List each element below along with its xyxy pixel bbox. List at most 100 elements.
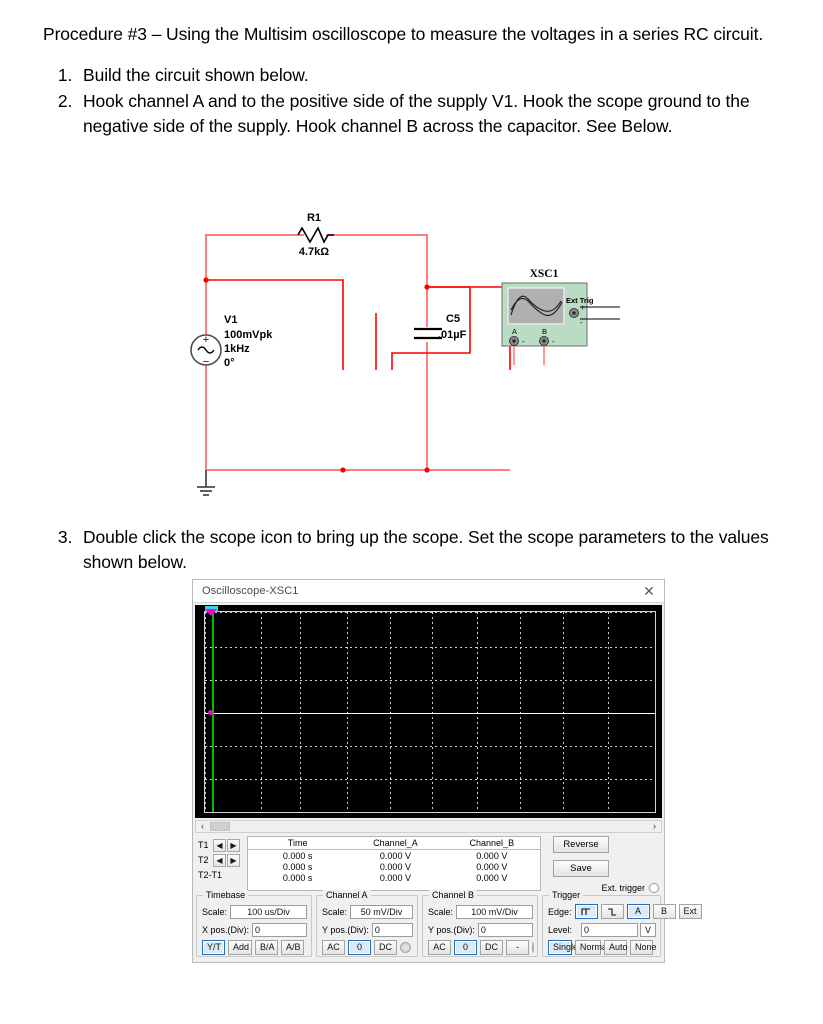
list-item: Build the circuit shown below. [77,63,773,88]
timebase-scale-input[interactable]: 100 us/Div [230,905,307,919]
timebase-xpos-row: X pos.(Div): 0 [202,922,307,938]
channel-a-dc-button[interactable]: DC [374,940,397,955]
scrollbar-thumb[interactable] [210,822,230,831]
source-label: V1 [224,314,237,326]
cursor-t1-right-button[interactable]: ▶ [227,838,240,852]
trigger-source-b-button[interactable]: B [652,904,676,919]
column-header-time: Time [248,837,348,850]
oscilloscope-window: Oscilloscope-XSC1 ✕ ‹ › T1 ◀ ▶ T2 ◀ ▶ T2… [192,579,702,963]
scope-terminal-b-minus: - [552,337,555,346]
channel-b-color-indicator[interactable] [532,942,534,953]
scope-display[interactable] [195,605,662,818]
channel-a-color-indicator[interactable] [400,942,411,953]
cursor-diff-label: T2-T1 [198,870,223,880]
column-header-channel-a: Channel_A [347,837,444,850]
trigger-title: Trigger [549,890,584,900]
channel-b-dc-button[interactable]: DC [480,940,503,955]
scope-terminal-a-minus: - [522,337,525,346]
list-item: Hook channel A and to the positive side … [77,89,773,139]
trigger-mode-auto-button[interactable]: Auto [604,940,628,955]
source-frequency: 1kHz [224,343,250,355]
scope-terminal-b-label: B [542,327,547,336]
table-row: 0.000 s 0.000 V 0.000 V [248,850,540,862]
channel-b-invert-button[interactable]: - [506,940,529,955]
cursor-marker-magenta-icon[interactable] [205,609,217,616]
timebase-mode-ba-button[interactable]: B/A [255,940,278,955]
table-row: 0.000 s 0.000 V 0.000 V [248,861,540,872]
cursor-t2-left-button[interactable]: ◀ [213,853,226,867]
junction-dot [424,467,430,473]
channel-a-ac-button[interactable]: AC [322,940,345,955]
channel-b-panel: Channel B Scale: 100 mV/Div Y pos.(Div):… [422,890,538,957]
trigger-panel: Trigger Edge: A B Ext Level: 0 V Single [542,890,702,957]
scroll-right-arrow-icon[interactable]: › [648,821,661,832]
falling-edge-icon[interactable] [600,904,624,919]
step3-text-block: Double click the scope icon to bring up … [43,525,773,575]
channel-b-scale-input[interactable]: 100 mV/Div [456,905,533,919]
cell-channel-b: 0.000 V [476,850,508,861]
scope-icon-ref: XSC1 [530,268,559,280]
scope-horizontal-scrollbar[interactable]: ‹ › [195,820,662,833]
ext-trigger-group: Ext. trigger [601,883,659,893]
cursor-t1-label: T1 [198,840,209,850]
cursor-t2-row: T2 ◀ ▶ [198,853,243,867]
save-button[interactable]: Save [553,860,609,877]
channel-b-ac-button[interactable]: AC [428,940,451,955]
channel-a-scale-label: Scale: [322,907,348,917]
trigger-mode-single-button[interactable]: Single [548,940,578,955]
trigger-mode-normal-button[interactable]: Normal [574,940,609,955]
timebase-mode-yt-button[interactable]: Y/T [202,940,225,955]
timebase-mode-add-button[interactable]: Add [228,940,252,955]
channel-b-ypos-input[interactable]: 0 [477,923,533,937]
scope-terminal-a-label: A [512,327,517,336]
channel-b-ypos-label: Y pos.(Div): [428,925,475,935]
trigger-edge-row: Edge: A B Ext [548,904,702,919]
cursor-handle[interactable] [207,710,213,715]
cell-time: 0.000 s [282,861,313,872]
channel-b-coupling-buttons: AC 0 DC - [428,940,534,955]
capacitor-label: C5 [446,313,460,325]
scroll-left-arrow-icon[interactable]: ‹ [196,821,209,832]
junction-dot [424,284,430,290]
timebase-xpos-input[interactable]: 0 [252,923,307,937]
timebase-scale-label: Scale: [202,907,228,917]
channel-a-ypos-input[interactable]: 0 [371,923,413,937]
trigger-level-unit[interactable]: V [640,923,656,937]
cell-channel-a: 0.000 V [379,872,411,883]
channel-a-gnd-button[interactable]: 0 [348,940,371,955]
rising-edge-icon[interactable] [574,904,598,919]
reverse-button[interactable]: Reverse [553,836,609,853]
cursor-t1-left-button[interactable]: ◀ [213,838,226,852]
ext-trigger-radio[interactable] [649,883,659,893]
channel-b-gnd-button[interactable]: 0 [454,940,477,955]
timebase-scale-row: Scale: 100 us/Div [202,904,307,920]
trigger-level-row: Level: 0 V [548,922,656,938]
cell-channel-a: 0.000 V [379,850,411,861]
procedure-heading: Procedure #3 – Using the Multisim oscill… [43,24,764,44]
channel-a-ypos-row: Y pos.(Div): 0 [322,922,413,938]
cell-time: 0.000 s [282,872,313,883]
cell-time: 0.000 s [282,850,313,861]
cursor-t2-right-button[interactable]: ▶ [227,853,240,867]
trigger-level-input[interactable]: 0 [581,923,638,937]
timebase-mode-ab-button[interactable]: A/B [281,940,304,955]
timebase-mode-buttons: Y/T Add B/A A/B [202,940,307,955]
cell-channel-b: 0.000 V [476,861,508,872]
trigger-mode-none-button[interactable]: None [630,940,657,955]
trigger-source-ext-button[interactable]: Ext [678,904,702,919]
close-icon[interactable]: ✕ [640,582,658,600]
junction-dot [340,467,346,473]
trigger-source-a-button[interactable]: A [626,904,650,919]
trigger-edge-label: Edge: [548,906,572,917]
scope-window-title: Oscilloscope-XSC1 [202,585,299,597]
timebase-xpos-label: X pos.(Div): [202,925,250,935]
svg-text:−: − [203,356,209,368]
capacitor-value: .01µF [438,329,467,341]
channel-a-scale-row: Scale: 50 mV/Div [322,904,413,920]
table-row: 0.000 s 0.000 V 0.000 V [248,872,540,883]
scope-side-buttons: Reverse Save Ext. trigger [541,836,661,893]
trigger-level-label: Level: [548,925,573,935]
oscilloscope-icon: A - B - Ext Trig + - [501,282,620,365]
channel-a-scale-input[interactable]: 50 mV/Div [350,905,413,919]
channel-b-title: Channel B [429,890,478,900]
